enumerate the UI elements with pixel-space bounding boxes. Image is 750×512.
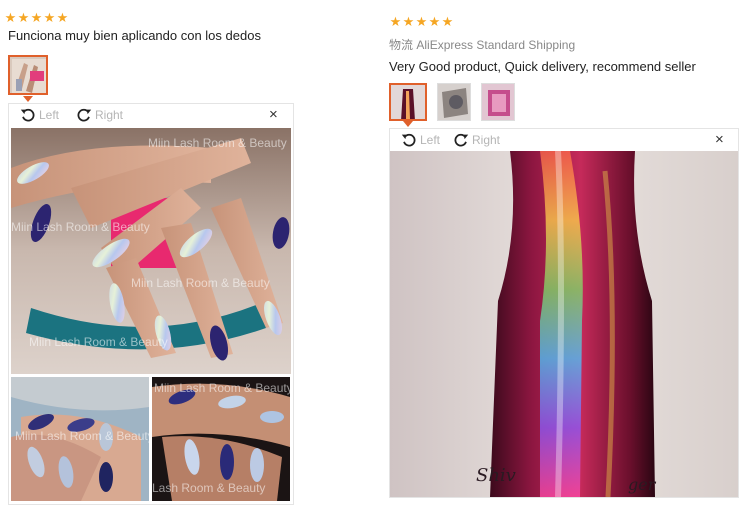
review-right: ★★★★★ 物流 AliExpress Standard Shipping Ve… (385, 0, 750, 512)
rotate-right-button[interactable]: Right (75, 106, 123, 124)
thumbnail-image (10, 57, 46, 93)
bottle-signature: Shiv (476, 465, 516, 486)
review-photo-main: Shiv ger (390, 151, 738, 497)
review-photo-thumbnail[interactable] (8, 55, 48, 95)
star-icon: ★ (402, 14, 415, 29)
photo-viewer: Left Right × (8, 103, 294, 505)
rotate-right-icon (454, 133, 469, 147)
rotate-right-label: Right (95, 108, 124, 122)
rotate-left-label: Left (420, 133, 441, 147)
rotate-left-icon (20, 108, 35, 122)
star-icon: ★ (415, 14, 428, 29)
rotate-left-icon (401, 133, 416, 147)
viewer-toolbar: Left Right × (9, 104, 293, 126)
review-left: ★★★★★ Funciona muy bien aplicando con lo… (0, 0, 300, 512)
shipping-prefix: 物流 (389, 38, 414, 52)
star-icon: ★ (389, 14, 402, 29)
review-photo-thumbnail[interactable] (389, 83, 427, 121)
photo-watermark: Lash Room & Beauty (152, 481, 266, 495)
photo-viewer: Left Right × (389, 128, 739, 498)
star-rating: ★★★★★ (389, 15, 454, 29)
close-viewer-button[interactable]: × (269, 107, 278, 123)
shipping-info: 物流 AliExpress Standard Shipping (389, 36, 575, 53)
viewer-toolbar: Left Right × (390, 129, 738, 151)
review-text: Very Good product, Quick delivery, recom… (389, 59, 696, 74)
rotate-left-button[interactable]: Left (400, 131, 440, 149)
rotate-right-label: Right (472, 133, 501, 147)
rotate-left-button[interactable]: Left (19, 106, 59, 124)
photo-watermark: Miin Lash Room & Beauty (154, 381, 290, 395)
star-icon: ★ (428, 14, 441, 29)
photo-watermark: Miin Lash Room & Beauty (148, 136, 287, 150)
thumbnail-selected-caret (403, 121, 413, 127)
review-photo-thumbnail[interactable] (437, 83, 471, 121)
photo-watermark: Miin Lash Room & Beauty (29, 335, 168, 349)
star-rating: ★★★★★ (4, 11, 69, 25)
thumbnail-image (391, 85, 425, 119)
thumbnail-image (438, 84, 470, 120)
bottle-signature: ger (628, 475, 656, 494)
review-text: Funciona muy bien aplicando con los dedo… (8, 28, 261, 43)
star-icon: ★ (4, 10, 17, 25)
review-photo-main: Miin Lash Room & Beauty Miin Lash Room &… (11, 128, 291, 374)
thumbnail-selected-caret (23, 96, 33, 102)
photo-watermark: Miin Lash Room & Beauty (11, 220, 150, 234)
review-photo-bottom-right: Miin Lash Room & Beauty Lash Room & Beau… (152, 377, 290, 501)
star-icon: ★ (30, 10, 43, 25)
photo-watermark: Miin Lash Room & Beauty (131, 276, 270, 290)
photo-watermark: Miin Lash Room & Beauty (15, 429, 149, 443)
rotate-right-icon (77, 108, 92, 122)
star-icon: ★ (43, 10, 56, 25)
star-icon: ★ (56, 10, 69, 25)
rotate-right-button[interactable]: Right (452, 131, 500, 149)
rotate-left-label: Left (39, 108, 60, 122)
shipping-method: AliExpress Standard Shipping (416, 38, 576, 52)
thumbnail-image (482, 84, 514, 120)
star-icon: ★ (441, 14, 454, 29)
star-icon: ★ (17, 10, 30, 25)
review-photo-thumbnail[interactable] (481, 83, 515, 121)
nail-polish-photo (390, 151, 738, 497)
close-viewer-button[interactable]: × (715, 132, 724, 148)
review-photo-bottom-left: Miin Lash Room & Beauty (11, 377, 149, 501)
